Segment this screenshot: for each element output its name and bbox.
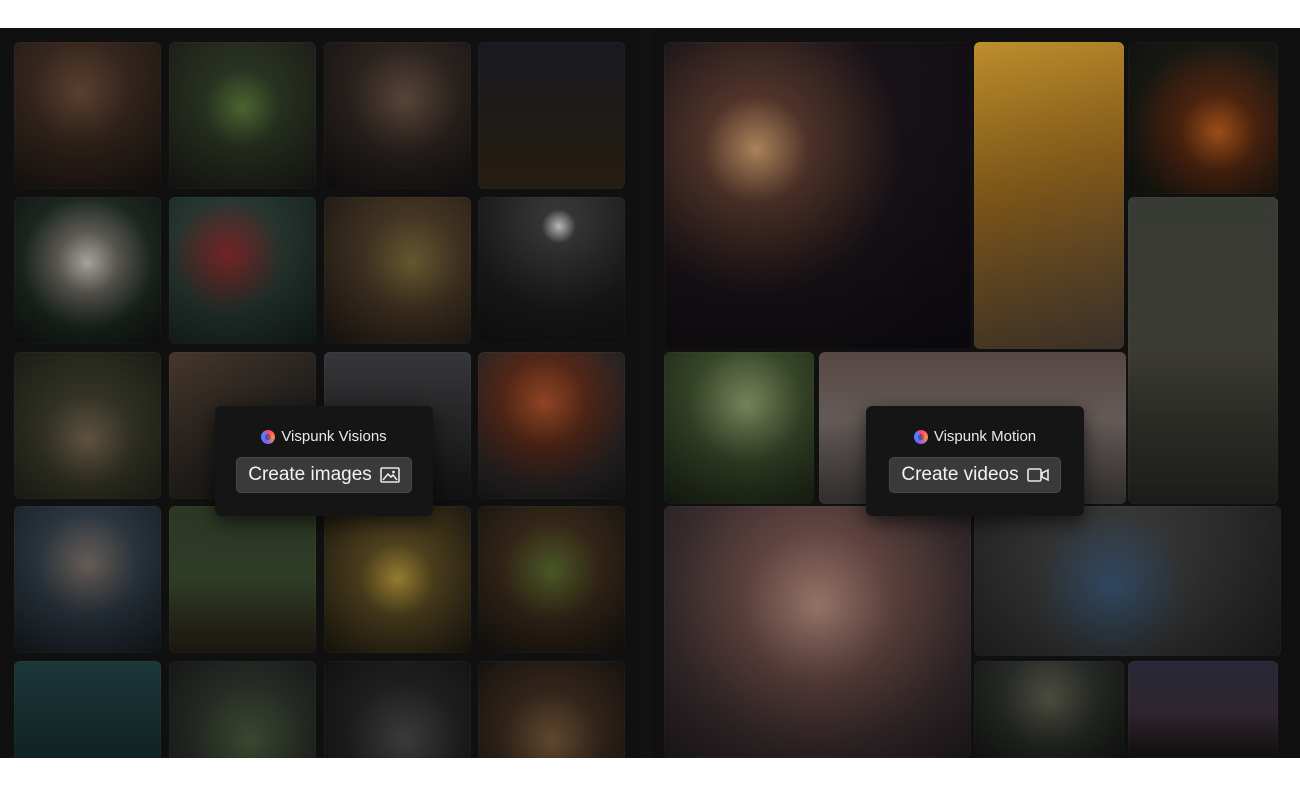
image-tile-daisy-flower[interactable] bbox=[14, 197, 161, 344]
image-tile-godzilla-toy[interactable] bbox=[324, 661, 471, 758]
motion-brand: Vispunk Motion bbox=[913, 428, 1037, 445]
image-tile-salad-bowl[interactable] bbox=[169, 42, 316, 189]
visions-brand: Vispunk Visions bbox=[261, 428, 387, 445]
image-tile-woman-portrait[interactable] bbox=[14, 42, 161, 189]
motion-brand-label: Vispunk Motion bbox=[933, 428, 1037, 445]
image-tile-mushrooms[interactable] bbox=[169, 197, 316, 344]
image-tile-corgi[interactable] bbox=[478, 661, 625, 758]
video-tile-campfire[interactable] bbox=[1128, 42, 1278, 194]
image-tile-astronaut-closeup[interactable] bbox=[14, 506, 161, 653]
video-tile-fireworks[interactable] bbox=[664, 42, 971, 349]
image-tile-cyclist[interactable] bbox=[169, 506, 316, 653]
image-tile-underwater-bed[interactable] bbox=[14, 661, 161, 758]
gallery-stage: Vispunk Visions Create images Vispunk Mo… bbox=[0, 28, 1300, 758]
video-tile-autumn-leaves[interactable] bbox=[974, 42, 1124, 349]
vispunk-logo-icon bbox=[913, 429, 928, 444]
video-camera-icon bbox=[1026, 468, 1049, 482]
image-tile-moon-desert[interactable] bbox=[478, 197, 625, 344]
video-tile-diner-aliens[interactable] bbox=[974, 661, 1124, 758]
create-videos-label: Create videos bbox=[901, 464, 1019, 485]
image-tile-volcano-astronaut[interactable] bbox=[478, 352, 625, 499]
image-tile-chick[interactable] bbox=[324, 506, 471, 653]
create-images-button[interactable]: Create images bbox=[236, 457, 412, 493]
videos-panel bbox=[652, 28, 1300, 758]
image-tile-man-portrait[interactable] bbox=[324, 42, 471, 189]
visions-card: Vispunk Visions Create images bbox=[215, 406, 433, 516]
create-images-label: Create images bbox=[248, 464, 372, 485]
video-tile-blue-dragon[interactable] bbox=[974, 506, 1281, 656]
vispunk-logo-icon bbox=[261, 429, 276, 444]
images-panel bbox=[0, 28, 640, 758]
create-videos-button[interactable]: Create videos bbox=[889, 457, 1061, 493]
motion-card: Vispunk Motion Create videos bbox=[866, 406, 1084, 516]
video-tile-night-sky[interactable] bbox=[1128, 661, 1278, 758]
image-tile-aliens-cafe[interactable] bbox=[324, 197, 471, 344]
video-tile-girl-smiling[interactable] bbox=[664, 506, 971, 758]
image-tile-night-mountains[interactable] bbox=[478, 42, 625, 189]
video-tile-robots[interactable] bbox=[1128, 197, 1278, 504]
image-icon bbox=[379, 467, 400, 483]
image-tile-dragon-stroller[interactable] bbox=[478, 506, 625, 653]
image-tile-snail[interactable] bbox=[14, 352, 161, 499]
image-tile-octopus-creature[interactable] bbox=[169, 661, 316, 758]
visions-brand-label: Vispunk Visions bbox=[281, 428, 387, 445]
video-tile-fairies[interactable] bbox=[664, 352, 814, 504]
